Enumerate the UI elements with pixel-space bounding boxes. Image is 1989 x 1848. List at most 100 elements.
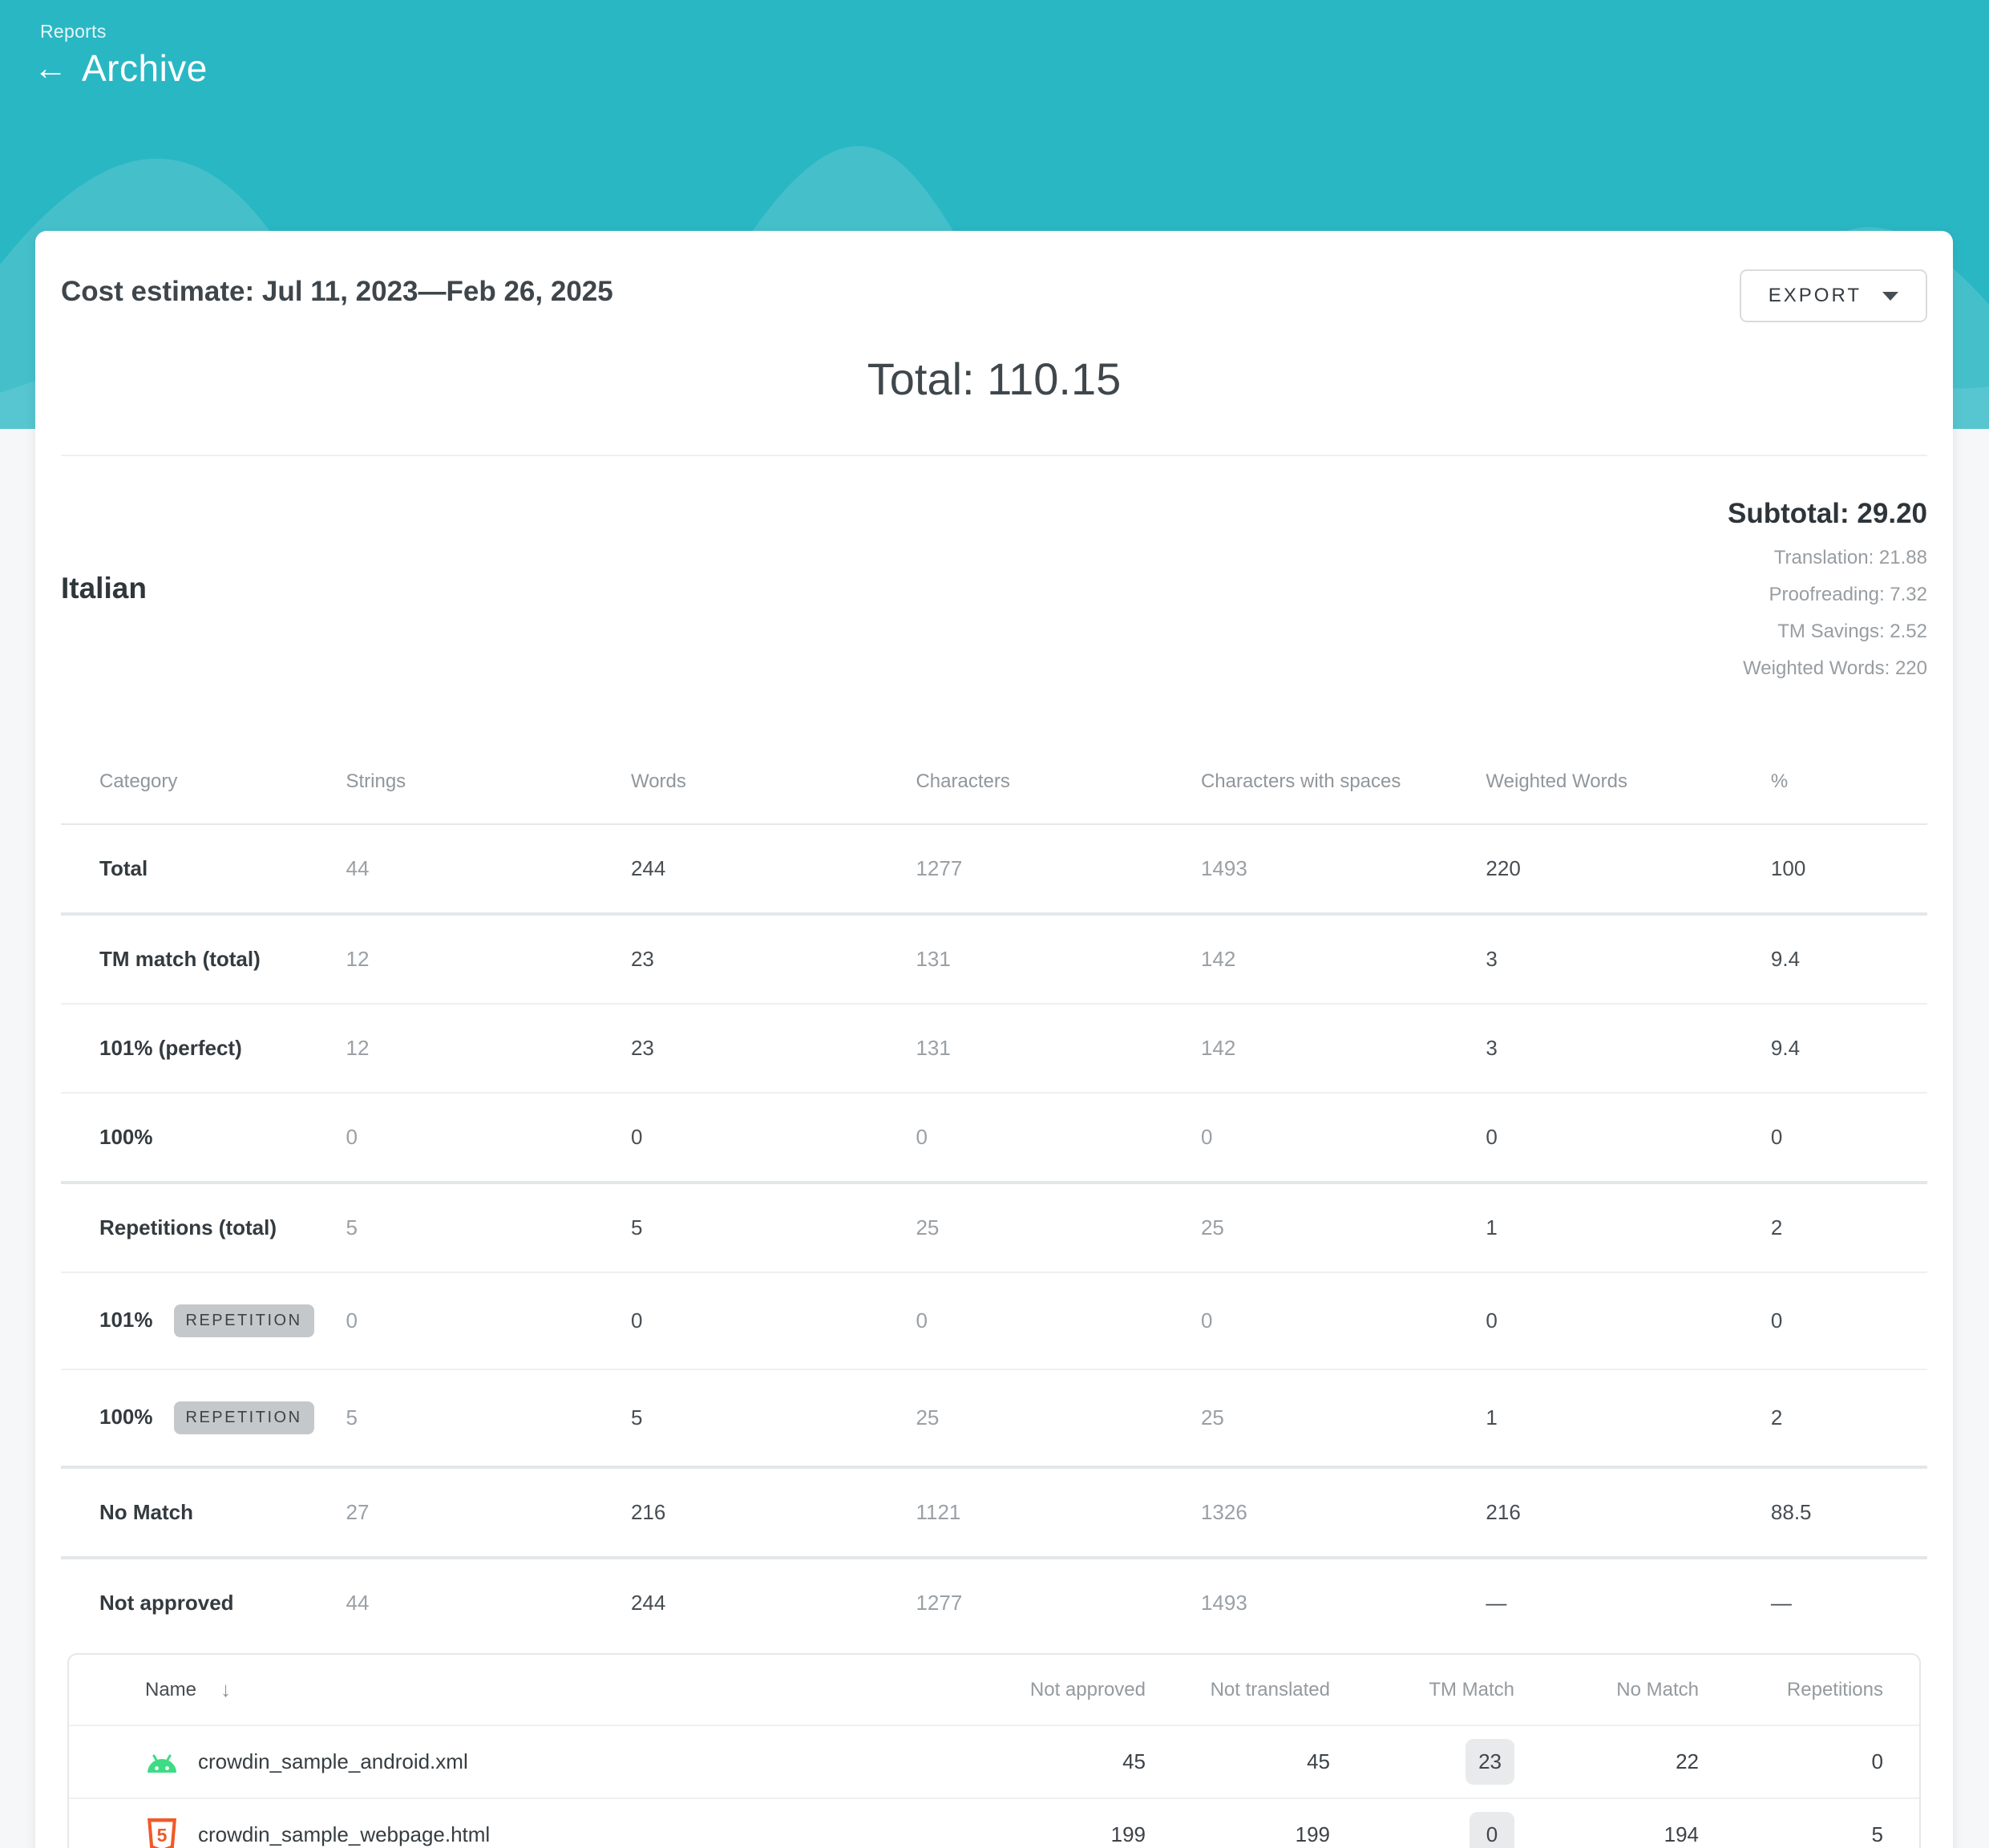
table-row: Repetitions (total) 5 5 25 25 1 2 [61, 1183, 1927, 1272]
file-row-webpage[interactable]: 5 crowdin_sample_webpage.html 199 199 0 … [69, 1797, 1919, 1848]
value-cell: 0 [631, 1093, 916, 1183]
proofreading-detail: Proofreading: 7.32 [1728, 576, 1927, 613]
value-cell: 100 [1771, 824, 1927, 914]
value-cell: 216 [1486, 1467, 1770, 1558]
value-cell: 142 [1201, 1004, 1486, 1093]
tm-match-badge: 0 [1470, 1812, 1514, 1848]
value-cell: 25 [1201, 1183, 1486, 1272]
page-title: Archive [82, 47, 208, 90]
android-file-icon [145, 1745, 179, 1780]
col-header-percent: % [1771, 740, 1927, 824]
subtotal-label: Subtotal: 29.20 [1728, 498, 1927, 530]
category-cell: 101% REPETITION [61, 1272, 346, 1369]
file-row-android[interactable]: crowdin_sample_android.xml 45 45 23 22 0 [69, 1725, 1919, 1797]
subtotal-details: Translation: 21.88 Proofreading: 7.32 TM… [1728, 540, 1927, 687]
value-cell: 5 [346, 1369, 630, 1467]
value-cell: 1493 [1201, 824, 1486, 914]
divider [61, 455, 1927, 456]
col-header-weighted-words: Weighted Words [1486, 740, 1770, 824]
col-header-category: Category [61, 740, 346, 824]
tm-match-badge: 23 [1465, 1739, 1514, 1785]
col-header-not-approved: Not approved [961, 1679, 1146, 1701]
value-cell: 0 [1486, 1093, 1770, 1183]
table-row: Total 44 244 1277 1493 220 100 [61, 824, 1927, 914]
value-cell: 216 [631, 1467, 916, 1558]
value-cell: 2 [1771, 1183, 1927, 1272]
value-cell: 142 [1201, 914, 1486, 1004]
value-cell: 131 [916, 1004, 1200, 1093]
value-cell: 3 [1486, 1004, 1770, 1093]
chevron-down-icon [1882, 292, 1898, 301]
value-cell: 244 [631, 1558, 916, 1647]
sort-desc-icon: ↓ [220, 1677, 231, 1702]
col-header-no-match: No Match [1514, 1679, 1699, 1701]
file-no-match: 194 [1514, 1822, 1699, 1847]
breadcrumb: Reports [40, 21, 107, 42]
category-cell: 100% [61, 1093, 346, 1183]
repetition-badge: REPETITION [174, 1304, 314, 1337]
value-cell: — [1771, 1558, 1927, 1647]
value-cell: 9.4 [1771, 1004, 1927, 1093]
report-title: Cost estimate: Jul 11, 2023—Feb 26, 2025 [61, 276, 613, 308]
value-cell: 0 [916, 1272, 1200, 1369]
category-cell: 100%REPETITION [61, 1369, 346, 1467]
value-cell: 25 [916, 1369, 1200, 1467]
file-not-translated: 45 [1146, 1749, 1330, 1774]
value-cell: 0 [346, 1093, 630, 1183]
value-cell: 5 [631, 1369, 916, 1467]
value-cell: 1 [1486, 1183, 1770, 1272]
svg-text:5: 5 [157, 1825, 168, 1846]
back-arrow-icon[interactable]: ← [34, 51, 67, 85]
export-button[interactable]: EXPORT [1740, 269, 1927, 322]
value-cell: 3 [1486, 914, 1770, 1004]
file-repetitions: 5 [1699, 1822, 1883, 1847]
table-row: TM match (total) 12 23 131 142 3 9.4 [61, 914, 1927, 1004]
sort-by-name-header[interactable]: Name ↓ [145, 1677, 961, 1702]
value-cell: 1326 [1201, 1467, 1486, 1558]
value-cell: 131 [916, 914, 1200, 1004]
value-cell: 1277 [916, 824, 1200, 914]
weighted-words-detail: Weighted Words: 220 [1728, 650, 1927, 687]
language-name: Italian [61, 572, 147, 687]
category-label: 101% [99, 1308, 153, 1332]
col-header-characters: Characters [916, 740, 1200, 824]
value-cell: 9.4 [1771, 914, 1927, 1004]
value-cell: — [1486, 1558, 1770, 1647]
category-cell: Repetitions (total) [61, 1183, 346, 1272]
value-cell: 0 [1771, 1272, 1927, 1369]
tm-savings-detail: TM Savings: 2.52 [1728, 613, 1927, 650]
value-cell: 0 [1201, 1272, 1486, 1369]
translation-detail: Translation: 21.88 [1728, 540, 1927, 576]
value-cell: 0 [1771, 1093, 1927, 1183]
value-cell: 88.5 [1771, 1467, 1927, 1558]
report-card: Cost estimate: Jul 11, 2023—Feb 26, 2025… [35, 231, 1953, 1848]
col-header-not-translated: Not translated [1146, 1679, 1330, 1701]
grand-total: Total: 110.15 [61, 353, 1927, 405]
html-file-icon: 5 [145, 1818, 179, 1848]
file-not-approved: 45 [961, 1749, 1146, 1774]
value-cell: 0 [1486, 1272, 1770, 1369]
value-cell: 0 [346, 1272, 630, 1369]
col-header-words: Words [631, 740, 916, 824]
value-cell: 0 [1201, 1093, 1486, 1183]
value-cell: 23 [631, 914, 916, 1004]
file-no-match: 22 [1514, 1749, 1699, 1774]
value-cell: 1 [1486, 1369, 1770, 1467]
value-cell: 5 [346, 1183, 630, 1272]
value-cell: 0 [631, 1272, 916, 1369]
value-cell: 12 [346, 1004, 630, 1093]
file-name: crowdin_sample_android.xml [198, 1749, 468, 1774]
table-row: 100%REPETITION 5 5 25 25 1 2 [61, 1369, 1927, 1467]
value-cell: 1121 [916, 1467, 1200, 1558]
category-cell: Total [61, 824, 346, 914]
category-table-header-row: Category Strings Words Characters Charac… [61, 740, 1927, 824]
col-header-tm-match: TM Match [1330, 1679, 1514, 1701]
file-name: crowdin_sample_webpage.html [198, 1822, 490, 1847]
file-not-approved: 199 [961, 1822, 1146, 1847]
category-label: 100% [99, 1405, 153, 1429]
value-cell: 5 [631, 1183, 916, 1272]
category-cell: 101% (perfect) [61, 1004, 346, 1093]
category-table: Category Strings Words Characters Charac… [61, 740, 1927, 1647]
value-cell: 25 [916, 1183, 1200, 1272]
value-cell: 44 [346, 1558, 630, 1647]
